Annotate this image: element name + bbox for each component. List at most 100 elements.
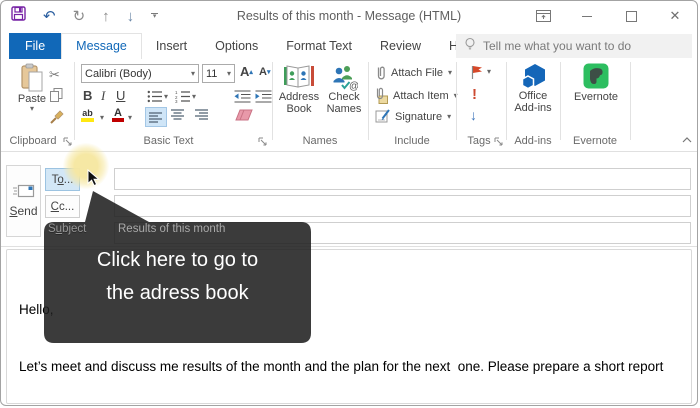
names-group-label: Names bbox=[272, 135, 368, 148]
attach-item-icon bbox=[375, 87, 388, 104]
tab-format-text[interactable]: Format Text bbox=[272, 33, 366, 59]
bullets-dropdown-icon[interactable]: ▾ bbox=[164, 93, 168, 101]
attach-item-button[interactable]: Attach Item▾ bbox=[375, 87, 458, 104]
evernote-button[interactable]: Evernote bbox=[569, 63, 623, 103]
font-color-dropdown-icon[interactable]: ▾ bbox=[128, 114, 132, 122]
clipboard-dialog-launcher-icon[interactable] bbox=[63, 137, 72, 149]
send-button[interactable]: Send bbox=[6, 165, 41, 237]
tab-message[interactable]: Message bbox=[61, 33, 142, 59]
font-color-bar bbox=[112, 118, 124, 122]
font-name-select[interactable]: Calibri (Body)▾ bbox=[81, 64, 199, 83]
office-addins-label-1: Office bbox=[519, 90, 548, 102]
highlight-dropdown-icon[interactable]: ▾ bbox=[100, 114, 104, 122]
attach-file-dropdown-icon: ▾ bbox=[448, 69, 452, 77]
tooltip-line-2: the adress book bbox=[44, 277, 311, 310]
tell-me-placeholder: Tell me what you want to do bbox=[483, 39, 631, 53]
flag-dropdown-icon[interactable]: ▾ bbox=[487, 68, 491, 76]
font-color-label: A bbox=[114, 108, 122, 118]
signature-label: Signature bbox=[395, 111, 442, 123]
send-icon bbox=[13, 184, 35, 198]
signature-button[interactable]: Signature ▾ bbox=[375, 109, 451, 124]
shrink-font-label: A bbox=[259, 66, 267, 78]
office-addins-button[interactable]: Office Add-ins bbox=[509, 63, 557, 114]
cut-icon[interactable]: ✂ bbox=[49, 67, 60, 83]
attach-file-label: Attach File bbox=[391, 67, 443, 79]
address-book-label-1: Address bbox=[279, 91, 319, 103]
copy-icon[interactable] bbox=[50, 88, 63, 103]
grow-caret-icon: ▴ bbox=[249, 68, 253, 76]
italic-button[interactable]: I bbox=[101, 88, 105, 104]
attach-file-button[interactable]: Attach File ▾ bbox=[375, 65, 452, 81]
font-name-dropdown-icon: ▾ bbox=[191, 70, 195, 78]
decrease-indent-icon[interactable] bbox=[234, 90, 251, 103]
font-color-button[interactable]: A bbox=[112, 108, 124, 122]
numbering-icon[interactable]: 123 bbox=[175, 90, 191, 103]
paste-dropdown-icon[interactable]: ▾ bbox=[30, 105, 34, 113]
high-importance-icon[interactable]: ! bbox=[472, 86, 477, 103]
paste-icon bbox=[20, 63, 44, 93]
check-names-label-2: Names bbox=[327, 103, 362, 115]
bold-button[interactable]: B bbox=[83, 88, 92, 103]
follow-up-flag-icon[interactable] bbox=[469, 64, 483, 80]
grow-font-label: A bbox=[240, 64, 249, 79]
grow-font-button[interactable]: A▴ bbox=[240, 64, 253, 79]
outlook-message-window: ↶ ↻ ↑ ↓ ▾ Results of this month - Messag… bbox=[0, 0, 698, 406]
address-book-button[interactable]: Address Book bbox=[275, 63, 323, 115]
tooltip-line-1: Click here to go to bbox=[44, 244, 311, 277]
subject-value-dimmed: Results of this month bbox=[118, 223, 225, 235]
tags-dialog-launcher-icon[interactable] bbox=[494, 137, 503, 149]
collapse-ribbon-icon[interactable] bbox=[682, 137, 692, 143]
align-center-button[interactable] bbox=[171, 109, 185, 120]
signature-icon bbox=[375, 109, 390, 124]
tab-insert[interactable]: Insert bbox=[142, 33, 201, 59]
align-right-button[interactable] bbox=[195, 109, 209, 120]
clear-formatting-icon[interactable] bbox=[235, 109, 254, 122]
align-left-button[interactable] bbox=[145, 107, 167, 127]
tell-me-search[interactable]: Tell me what you want to do bbox=[456, 34, 692, 58]
tooltip-callout: Subject Results of this month Click here… bbox=[39, 186, 319, 348]
highlight-label: ab bbox=[82, 109, 93, 118]
numbering-dropdown-icon[interactable]: ▾ bbox=[192, 93, 196, 101]
send-label: Send bbox=[9, 204, 37, 218]
low-importance-icon[interactable]: ↓ bbox=[470, 107, 477, 123]
include-group-label: Include bbox=[368, 135, 456, 148]
signature-dropdown-icon: ▾ bbox=[447, 113, 451, 121]
check-names-label-1: Check bbox=[328, 91, 359, 103]
basic-text-group-label: Basic Text bbox=[81, 135, 256, 148]
bullets-icon[interactable] bbox=[147, 90, 163, 103]
shrink-caret-icon: ▾ bbox=[267, 68, 271, 76]
check-names-button[interactable]: @ Check Names bbox=[323, 63, 365, 115]
address-book-label-2: Book bbox=[286, 103, 311, 115]
body-line: Let’s meet and discuss me results of the… bbox=[19, 357, 681, 376]
ribbon: Paste ▾ ✂ Clipboard Calibri (Body)▾ 11▾ … bbox=[1, 59, 697, 152]
font-size-dropdown-icon: ▾ bbox=[227, 70, 231, 78]
ribbon-display-options-icon[interactable] bbox=[521, 1, 565, 31]
underline-button[interactable]: U bbox=[116, 88, 125, 103]
tab-options[interactable]: Options bbox=[201, 33, 272, 59]
address-book-icon bbox=[283, 63, 315, 91]
evernote-group-label: Evernote bbox=[560, 135, 630, 148]
increase-indent-icon[interactable] bbox=[255, 90, 272, 103]
title-bar: ↶ ↻ ↑ ↓ ▾ Results of this month - Messag… bbox=[1, 1, 697, 31]
ribbon-tabs-row: File Message Insert Options Format Text … bbox=[1, 31, 697, 59]
evernote-button-label: Evernote bbox=[574, 91, 618, 103]
evernote-icon bbox=[583, 63, 609, 89]
office-addins-icon bbox=[520, 63, 547, 90]
font-size-select[interactable]: 11 ▾ bbox=[202, 64, 235, 83]
tab-file[interactable]: File bbox=[9, 33, 61, 59]
shrink-font-button[interactable]: A▾ bbox=[259, 66, 270, 78]
maximize-button[interactable] bbox=[609, 1, 653, 31]
addins-group-label: Add-ins bbox=[506, 135, 560, 148]
close-button[interactable]: ✕ bbox=[653, 1, 697, 31]
format-painter-icon[interactable] bbox=[49, 109, 64, 124]
basic-text-dialog-launcher-icon[interactable] bbox=[258, 137, 267, 149]
subject-label-dimmed: Subject bbox=[48, 223, 86, 235]
text-highlight-button[interactable]: ab bbox=[81, 109, 94, 122]
lightbulb-icon bbox=[464, 37, 476, 55]
minimize-button[interactable] bbox=[565, 1, 609, 31]
tooltip-text: Click here to go to the adress book bbox=[44, 244, 311, 310]
tab-review[interactable]: Review bbox=[366, 33, 435, 59]
font-size-value: 11 bbox=[206, 68, 217, 80]
check-names-icon: @ bbox=[330, 63, 358, 91]
paperclip-icon bbox=[375, 65, 386, 81]
